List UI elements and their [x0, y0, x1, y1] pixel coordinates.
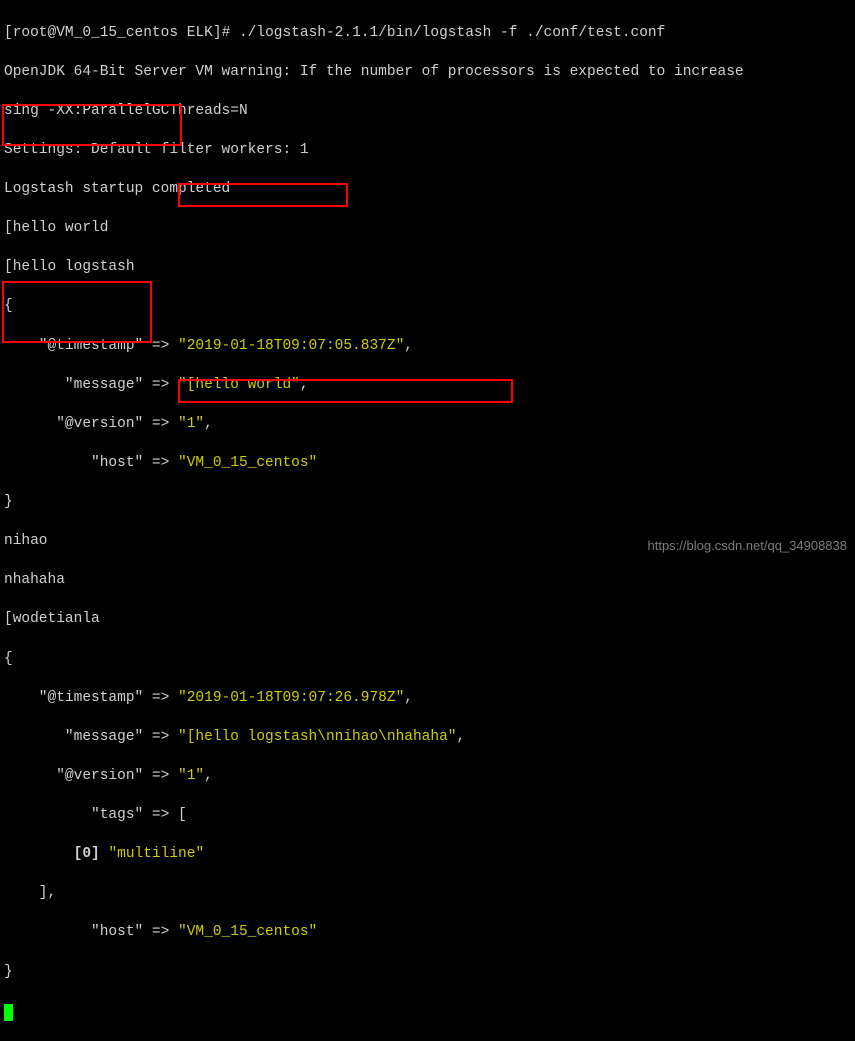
field-value: "2019-01-18T09:07:05.837Z" — [178, 338, 404, 354]
input-line: [hello logstash — [4, 258, 851, 278]
watermark-text: https://blog.csdn.net/qq_34908838 — [648, 537, 848, 555]
field-key: "host" => — [4, 455, 178, 471]
field-line: "message" => "[hello world", — [4, 376, 851, 396]
field-key: "@timestamp" => — [4, 690, 178, 706]
input-line: nhahaha — [4, 571, 851, 591]
prompt-at: @ — [48, 25, 57, 41]
array-item-line: [0] "multiline" — [4, 845, 851, 865]
field-value: "[hello world" — [178, 377, 300, 393]
indent — [4, 846, 74, 862]
input-line: [wodetianla — [4, 610, 851, 630]
array-value: "multiline" — [108, 846, 204, 862]
field-line: "host" => "VM_0_15_centos" — [4, 923, 851, 943]
array-close-line: ], — [4, 884, 851, 904]
comma: , — [456, 729, 465, 745]
field-key: "host" => — [4, 924, 178, 940]
field-value: "[hello logstash\nnihao\nhahaha" — [178, 729, 456, 745]
field-value: "1" — [178, 768, 204, 784]
terminal-output: [root@VM_0_15_centos ELK]# ./logstash-2.… — [4, 4, 851, 1041]
field-key: "@version" => — [4, 768, 178, 784]
comma: , — [204, 416, 213, 432]
brace-line: } — [4, 963, 851, 983]
brace-line: { — [4, 297, 851, 317]
field-key: "message" => — [4, 729, 178, 745]
field-value: "2019-01-18T09:07:26.978Z" — [178, 690, 404, 706]
cursor-icon — [4, 1004, 13, 1021]
input-line: [hello world — [4, 219, 851, 239]
prompt-host: VM_0_15_centos — [56, 25, 178, 41]
field-key: "message" => — [4, 377, 178, 393]
brace-line: { — [4, 650, 851, 670]
output-line: Settings: Default filter workers: 1 — [4, 141, 851, 161]
command-text: ./logstash-2.1.1/bin/logstash -f ./conf/… — [239, 25, 665, 41]
array-index: [0] — [74, 846, 109, 862]
comma: , — [204, 768, 213, 784]
field-key: "tags" => [ — [4, 807, 187, 823]
output-line: OpenJDK 64-Bit Server VM warning: If the… — [4, 63, 851, 83]
prompt-dir: ELK — [187, 25, 213, 41]
output-line: Logstash startup completed — [4, 180, 851, 200]
field-key: "@timestamp" => — [4, 338, 178, 354]
brace-line: } — [4, 493, 851, 513]
prompt-line: [root@VM_0_15_centos ELK]# ./logstash-2.… — [4, 24, 851, 44]
field-line: "@timestamp" => "2019-01-18T09:07:05.837… — [4, 337, 851, 357]
field-line: "@timestamp" => "2019-01-18T09:07:26.978… — [4, 689, 851, 709]
field-line: "@version" => "1", — [4, 415, 851, 435]
prompt-close-bracket: ] — [213, 25, 222, 41]
comma: , — [300, 377, 309, 393]
field-value: "VM_0_15_centos" — [178, 924, 317, 940]
comma: , — [404, 690, 413, 706]
field-value: "1" — [178, 416, 204, 432]
field-value: "VM_0_15_centos" — [178, 455, 317, 471]
comma: , — [404, 338, 413, 354]
prompt-hash: # — [222, 25, 239, 41]
prompt-user: root — [13, 25, 48, 41]
field-line: "@version" => "1", — [4, 767, 851, 787]
field-line: "host" => "VM_0_15_centos" — [4, 454, 851, 474]
field-line: "tags" => [ — [4, 806, 851, 826]
field-line: "message" => "[hello logstash\nnihao\nha… — [4, 728, 851, 748]
output-line: sing -XX:ParallelGCThreads=N — [4, 102, 851, 122]
cursor-line[interactable] — [4, 1002, 851, 1022]
prompt-open-bracket: [ — [4, 25, 13, 41]
field-key: "@version" => — [4, 416, 178, 432]
